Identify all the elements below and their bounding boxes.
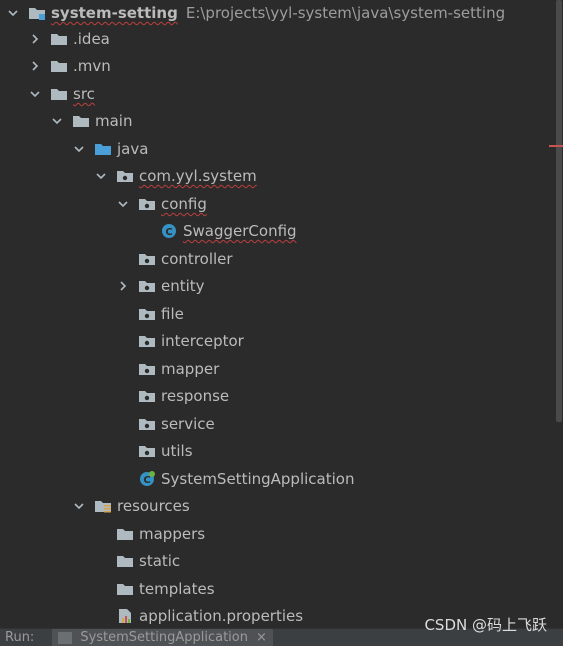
tree-label: mapper bbox=[161, 360, 220, 378]
chevron-down-icon[interactable] bbox=[28, 87, 42, 101]
tree-label: utils bbox=[161, 442, 193, 460]
tree-label: templates bbox=[139, 580, 215, 598]
chevron-down-icon[interactable] bbox=[50, 114, 64, 128]
folder-icon bbox=[72, 113, 90, 129]
package-icon bbox=[138, 196, 156, 212]
tree-node-service[interactable]: service bbox=[0, 411, 563, 437]
tree-label: static bbox=[139, 552, 181, 570]
properties-file-icon bbox=[116, 608, 134, 624]
tree-label: resources bbox=[117, 497, 190, 515]
package-icon bbox=[138, 333, 156, 349]
tree-label: com.yyl.system bbox=[139, 167, 257, 185]
folder-icon bbox=[50, 86, 68, 102]
chevron-down-icon[interactable] bbox=[116, 197, 130, 211]
folder-icon bbox=[116, 526, 134, 542]
error-marker bbox=[549, 145, 563, 147]
watermark: CSDN @码上飞跃 bbox=[424, 616, 547, 634]
tree-node-java[interactable]: java bbox=[0, 136, 563, 162]
tree-label: interceptor bbox=[161, 332, 244, 350]
root-project-name: system-setting bbox=[51, 4, 178, 22]
tree-label: java bbox=[117, 140, 149, 158]
scrollbar-thumb[interactable] bbox=[556, 0, 562, 422]
chevron-down-icon[interactable] bbox=[94, 169, 108, 183]
tree-node-src[interactable]: src bbox=[0, 81, 563, 107]
chevron-right-icon[interactable] bbox=[28, 59, 42, 73]
folder-icon bbox=[116, 581, 134, 597]
tree-label: config bbox=[161, 195, 207, 213]
tree-node-resources[interactable]: resources bbox=[0, 493, 563, 519]
tree-node-file[interactable]: file bbox=[0, 301, 563, 327]
package-icon bbox=[138, 416, 156, 432]
close-icon[interactable]: × bbox=[256, 630, 267, 645]
folder-icon bbox=[50, 31, 68, 47]
tree-label: application.properties bbox=[139, 607, 304, 625]
tree-node-root[interactable]: system-setting E:\projects\yyl-system\ja… bbox=[0, 0, 562, 26]
folder-icon bbox=[50, 58, 68, 74]
tree-node-entity[interactable]: entity bbox=[0, 273, 563, 299]
folder-icon bbox=[116, 553, 134, 569]
source-folder-icon bbox=[94, 141, 112, 157]
tree-node-package[interactable]: com.yyl.system bbox=[0, 163, 563, 189]
tree-label: SwaggerConfig bbox=[183, 222, 297, 240]
spring-boot-class-icon: C bbox=[138, 471, 156, 487]
chevron-right-icon[interactable] bbox=[116, 279, 130, 293]
run-config-icon bbox=[58, 631, 73, 644]
tree-node-swagger-config[interactable]: C SwaggerConfig bbox=[0, 218, 563, 244]
tree-node-mappers[interactable]: mappers bbox=[0, 521, 563, 547]
tree-label: entity bbox=[161, 277, 205, 295]
tree-node-app-class[interactable]: C SystemSettingApplication bbox=[0, 466, 563, 492]
tree-label: .mvn bbox=[73, 57, 111, 75]
module-folder-icon bbox=[28, 5, 46, 21]
tree-node-mvn[interactable]: .mvn bbox=[0, 53, 563, 79]
chevron-down-icon[interactable] bbox=[72, 142, 86, 156]
class-icon: C bbox=[160, 223, 178, 239]
tree-label: .idea bbox=[73, 30, 110, 48]
tree-node-static[interactable]: static bbox=[0, 548, 563, 574]
tree-label: SystemSettingApplication bbox=[161, 470, 355, 488]
project-tree: system-setting E:\projects\yyl-system\ja… bbox=[0, 0, 556, 628]
run-tab-label: SystemSettingApplication bbox=[80, 630, 248, 645]
chevron-down-icon[interactable] bbox=[72, 499, 86, 513]
root-project-path: E:\projects\yyl-system\java\system-setti… bbox=[185, 4, 506, 22]
tree-node-templates[interactable]: templates bbox=[0, 576, 563, 602]
svg-text:C: C bbox=[143, 475, 150, 486]
tree-label: response bbox=[161, 387, 230, 405]
package-icon bbox=[138, 388, 156, 404]
tree-node-controller[interactable]: controller bbox=[0, 246, 563, 272]
package-icon bbox=[138, 443, 156, 459]
chevron-right-icon[interactable] bbox=[28, 32, 42, 46]
tree-node-main[interactable]: main bbox=[0, 108, 563, 134]
tree-node-utils[interactable]: utils bbox=[0, 438, 563, 464]
tree-label: service bbox=[161, 415, 215, 433]
package-icon bbox=[138, 278, 156, 294]
chevron-down-icon[interactable] bbox=[6, 6, 20, 20]
tree-label: mappers bbox=[139, 525, 206, 543]
package-icon bbox=[138, 361, 156, 377]
package-icon bbox=[116, 168, 134, 184]
tree-node-interceptor[interactable]: interceptor bbox=[0, 328, 563, 354]
resources-folder-icon bbox=[94, 498, 112, 514]
tree-label: controller bbox=[161, 250, 233, 268]
tree-label: file bbox=[161, 305, 184, 323]
tree-node-mapper[interactable]: mapper bbox=[0, 356, 563, 382]
run-tab[interactable]: SystemSettingApplication × bbox=[52, 629, 273, 646]
package-icon bbox=[138, 306, 156, 322]
tree-node-response[interactable]: response bbox=[0, 383, 563, 409]
svg-text:C: C bbox=[165, 227, 172, 238]
package-icon bbox=[138, 251, 156, 267]
tree-label: main bbox=[95, 112, 133, 130]
run-label: Run: bbox=[5, 630, 35, 645]
tree-label: src bbox=[73, 85, 95, 103]
tree-node-config[interactable]: config bbox=[0, 191, 563, 217]
tree-node-idea[interactable]: .idea bbox=[0, 26, 563, 52]
